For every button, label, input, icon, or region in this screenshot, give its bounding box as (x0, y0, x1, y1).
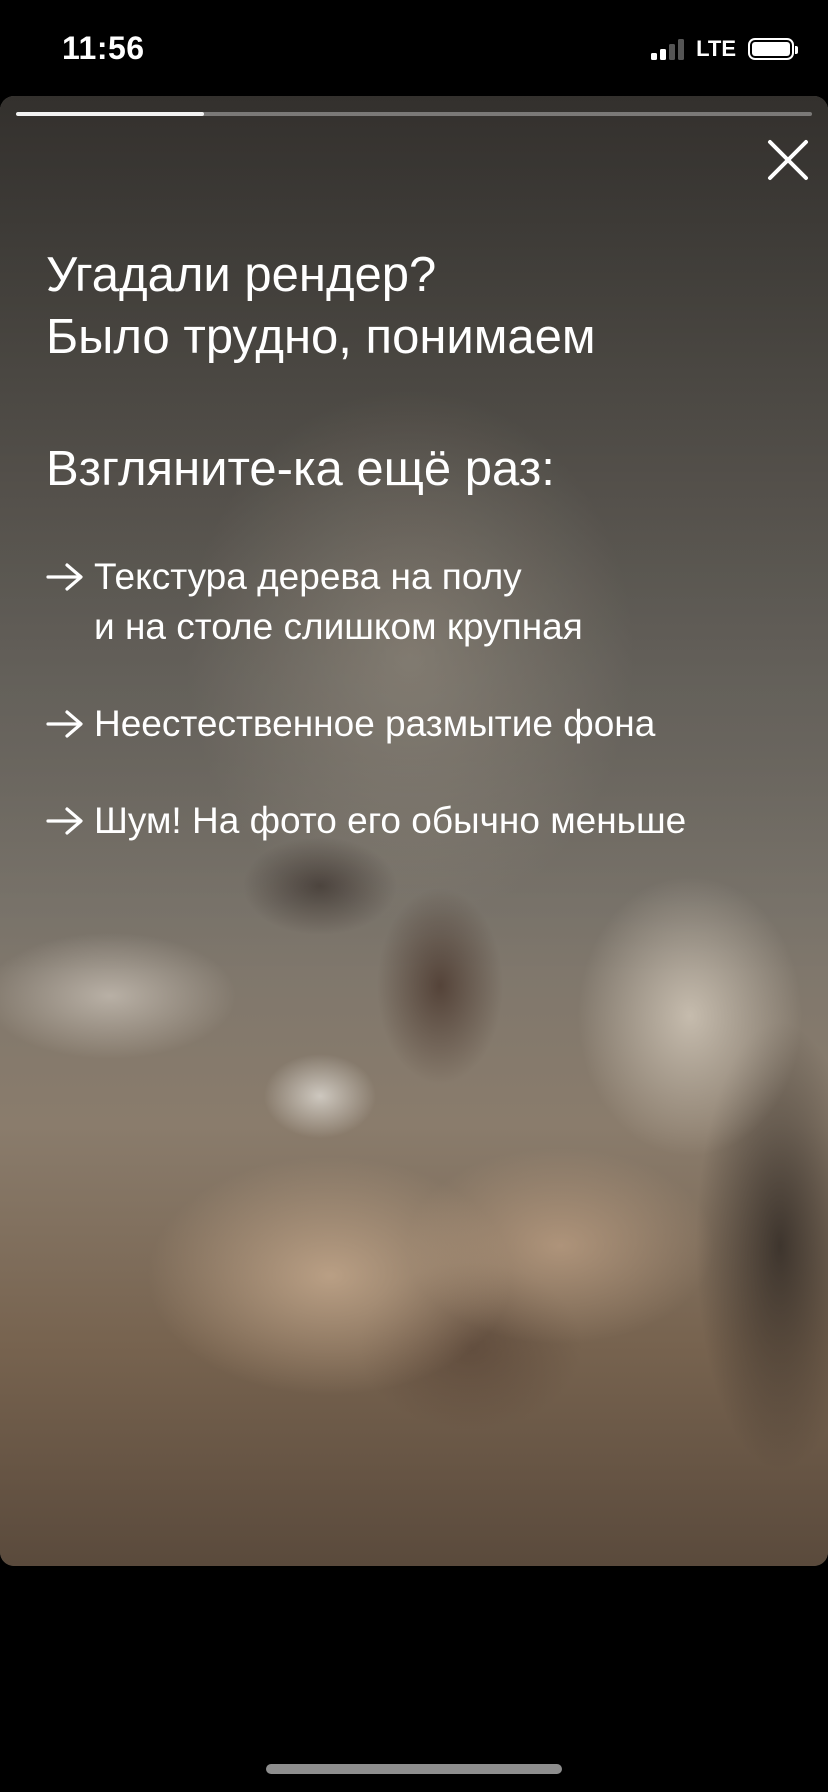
close-icon (768, 140, 808, 180)
story-card[interactable]: Угадали рендер? Было трудно, понимаем Вз… (0, 96, 828, 1566)
list-item-text: Текстура дерева на полу и на столе слишк… (94, 556, 583, 647)
cellular-signal-icon (651, 38, 685, 60)
arrow-right-icon (46, 552, 94, 602)
status-bar: 11:56 LTE (0, 0, 828, 96)
battery-icon (748, 38, 798, 60)
status-time: 11:56 (62, 30, 145, 66)
list-item: Шум! На фото его обычно меньше (46, 796, 798, 846)
home-indicator[interactable] (266, 1764, 562, 1774)
story-progress-bar (16, 112, 812, 116)
story-subtitle: Взгляните-ка ещё раз: (46, 442, 555, 496)
network-type-label: LTE (696, 36, 736, 61)
story-title-line2: Было трудно, понимаем (46, 310, 596, 364)
list-item: Текстура дерева на полу и на столе слишк… (46, 552, 798, 652)
list-item-text: Неестественное размытие фона (94, 703, 656, 744)
story-title: Угадали рендер? Было трудно, понимаем (46, 244, 798, 368)
list-item-text: Шум! На фото его обычно меньше (94, 800, 687, 841)
story-title-line1: Угадали рендер? (46, 248, 437, 302)
close-button[interactable] (766, 138, 810, 182)
list-item: Неестественное размытие фона (46, 699, 798, 749)
story-content: Угадали рендер? Было трудно, понимаем Вз… (46, 244, 798, 893)
story-progress-fill (16, 112, 204, 116)
arrow-right-icon (46, 796, 94, 846)
hints-list: Текстура дерева на полу и на столе слишк… (46, 552, 798, 846)
status-indicators: LTE (651, 36, 798, 62)
arrow-right-icon (46, 699, 94, 749)
